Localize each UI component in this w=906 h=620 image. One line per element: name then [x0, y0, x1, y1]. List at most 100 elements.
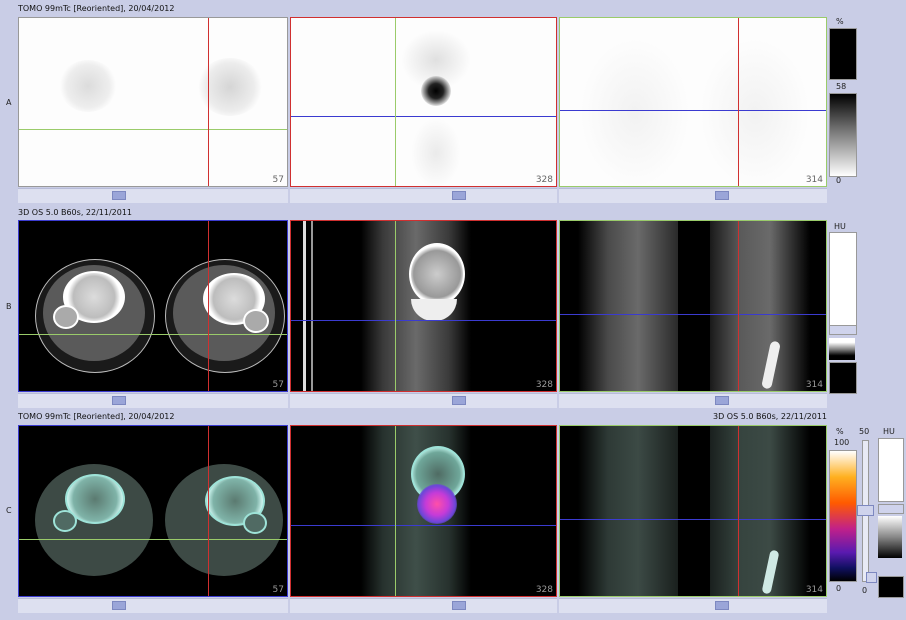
crosshair-vertical: [208, 18, 209, 186]
row-c-axial-scrollbar[interactable]: [18, 598, 288, 613]
row-a-coronal-scrollbar[interactable]: [559, 188, 827, 203]
right-fibula-fused: [243, 512, 267, 534]
crosshair-vertical: [738, 426, 739, 596]
scale-b-unit: HU: [834, 222, 846, 231]
scale-b-lower-bar: [829, 362, 857, 394]
scroll-thumb[interactable]: [452, 396, 466, 405]
row-a-axial-view[interactable]: 57: [18, 17, 288, 187]
scale-b-slider[interactable]: [829, 325, 857, 335]
scroll-thumb[interactable]: [715, 601, 729, 610]
right-leg-fused: [710, 426, 810, 596]
scale-c-hu-lower-bar: [878, 576, 904, 598]
fusion-blend-slider-bottom[interactable]: [866, 572, 877, 583]
slice-number: 328: [535, 380, 553, 390]
scale-c-hu-slider[interactable]: [878, 504, 904, 514]
hot-spot: [421, 76, 451, 106]
row-b-axial-view[interactable]: 57: [18, 220, 288, 392]
crosshair-horizontal: [560, 519, 826, 520]
scroll-thumb[interactable]: [452, 191, 466, 200]
row-c-coronal-view[interactable]: 314: [559, 425, 827, 597]
crosshair-vertical: [395, 221, 396, 391]
right-leg-tissue: [710, 221, 810, 391]
row-c-title-left: TOMO 99mTc [Reoriented], 20/04/2012: [18, 412, 175, 421]
scale-c-pct-bottom: 0: [836, 584, 842, 593]
slice-number: 328: [535, 585, 553, 595]
crosshair-horizontal: [560, 314, 826, 315]
left-fibula-fused: [53, 510, 77, 532]
crosshair-horizontal: [291, 116, 556, 117]
slice-number: 57: [272, 380, 284, 390]
scale-b-window[interactable]: [829, 232, 857, 332]
row-b-coronal-scrollbar[interactable]: [559, 393, 827, 408]
scale-c-color-gradient[interactable]: [829, 450, 857, 582]
row-c-axial-view[interactable]: 57: [18, 425, 288, 597]
right-fibula: [243, 309, 269, 333]
row-c-letter: C: [6, 506, 12, 515]
scale-c-window-value: 50: [859, 427, 870, 436]
row-b-coronal-view[interactable]: 314: [559, 220, 827, 392]
row-a-axial-scrollbar[interactable]: [18, 188, 288, 203]
row-a-sagittal-scrollbar[interactable]: [290, 188, 557, 203]
row-b-letter: B: [6, 302, 12, 311]
row-c-title-right: 3D OS 5.0 B60s, 22/11/2011: [712, 412, 827, 421]
row-c-coronal-scrollbar[interactable]: [559, 598, 827, 613]
slice-number: 328: [535, 175, 553, 185]
crosshair-horizontal: [19, 129, 287, 130]
crosshair-vertical: [208, 426, 209, 596]
scale-a-top-value: 58: [836, 82, 847, 91]
slice-number: 314: [805, 380, 823, 390]
slice-number: 314: [805, 585, 823, 595]
row-b-title: 3D OS 5.0 B60s, 22/11/2011: [18, 208, 133, 217]
right-knee-uptake: [197, 58, 263, 116]
left-leg-tissue: [578, 221, 678, 391]
scale-c-pct-top: 100: [834, 438, 850, 447]
femoral-condyle: [409, 243, 465, 305]
scale-a-upper-bar: [829, 28, 857, 80]
crosshair-horizontal: [291, 320, 556, 321]
left-fibula: [53, 305, 79, 329]
scale-b-gradient: [829, 338, 855, 360]
table-edge: [303, 221, 306, 391]
fusion-blend-slider-thumb[interactable]: [857, 505, 874, 516]
scale-c-hu-bottom: 0: [862, 586, 868, 595]
left-knee-uptake: [59, 60, 117, 112]
scroll-thumb[interactable]: [112, 396, 126, 405]
row-b-axial-scrollbar[interactable]: [18, 393, 288, 408]
scale-a-unit: %: [836, 17, 844, 26]
scale-a-gradient[interactable]: [829, 93, 857, 177]
slice-number: 57: [272, 175, 284, 185]
row-a-sagittal-view[interactable]: 328: [290, 17, 557, 187]
scale-c-hu-unit: HU: [883, 427, 895, 436]
crosshair-vertical: [208, 221, 209, 391]
row-c-sagittal-scrollbar[interactable]: [290, 598, 557, 613]
scale-c-hu-window[interactable]: [878, 438, 904, 502]
tibia-uptake: [411, 118, 461, 186]
crosshair-horizontal: [19, 539, 287, 540]
scroll-thumb[interactable]: [112, 601, 126, 610]
crosshair-vertical: [395, 426, 396, 596]
scroll-thumb[interactable]: [452, 601, 466, 610]
left-leg-fused: [578, 426, 678, 596]
row-a-letter: A: [6, 98, 12, 107]
scroll-thumb[interactable]: [715, 396, 729, 405]
row-b-sagittal-scrollbar[interactable]: [290, 393, 557, 408]
right-leg-uptake: [700, 38, 810, 186]
scroll-thumb[interactable]: [112, 191, 126, 200]
scale-c-pct-unit: %: [836, 427, 844, 436]
crosshair-horizontal: [560, 110, 826, 111]
crosshair-horizontal: [19, 334, 287, 335]
row-b-sagittal-view[interactable]: 328: [290, 220, 557, 392]
scale-a-bottom-value: 0: [836, 176, 842, 185]
scroll-thumb[interactable]: [715, 191, 729, 200]
crosshair-horizontal: [291, 525, 556, 526]
slice-number: 314: [805, 175, 823, 185]
uptake-hotspot: [417, 484, 457, 524]
slice-number: 57: [272, 585, 284, 595]
row-a-title: TOMO 99mTc [Reoriented], 20/04/2012: [18, 4, 175, 13]
scale-c-hu-gradient: [878, 516, 902, 558]
crosshair-vertical: [738, 221, 739, 391]
row-c-sagittal-view[interactable]: 328: [290, 425, 557, 597]
table-edge: [311, 221, 313, 391]
row-a-coronal-view[interactable]: 314: [559, 17, 827, 187]
left-leg-uptake: [580, 38, 690, 186]
